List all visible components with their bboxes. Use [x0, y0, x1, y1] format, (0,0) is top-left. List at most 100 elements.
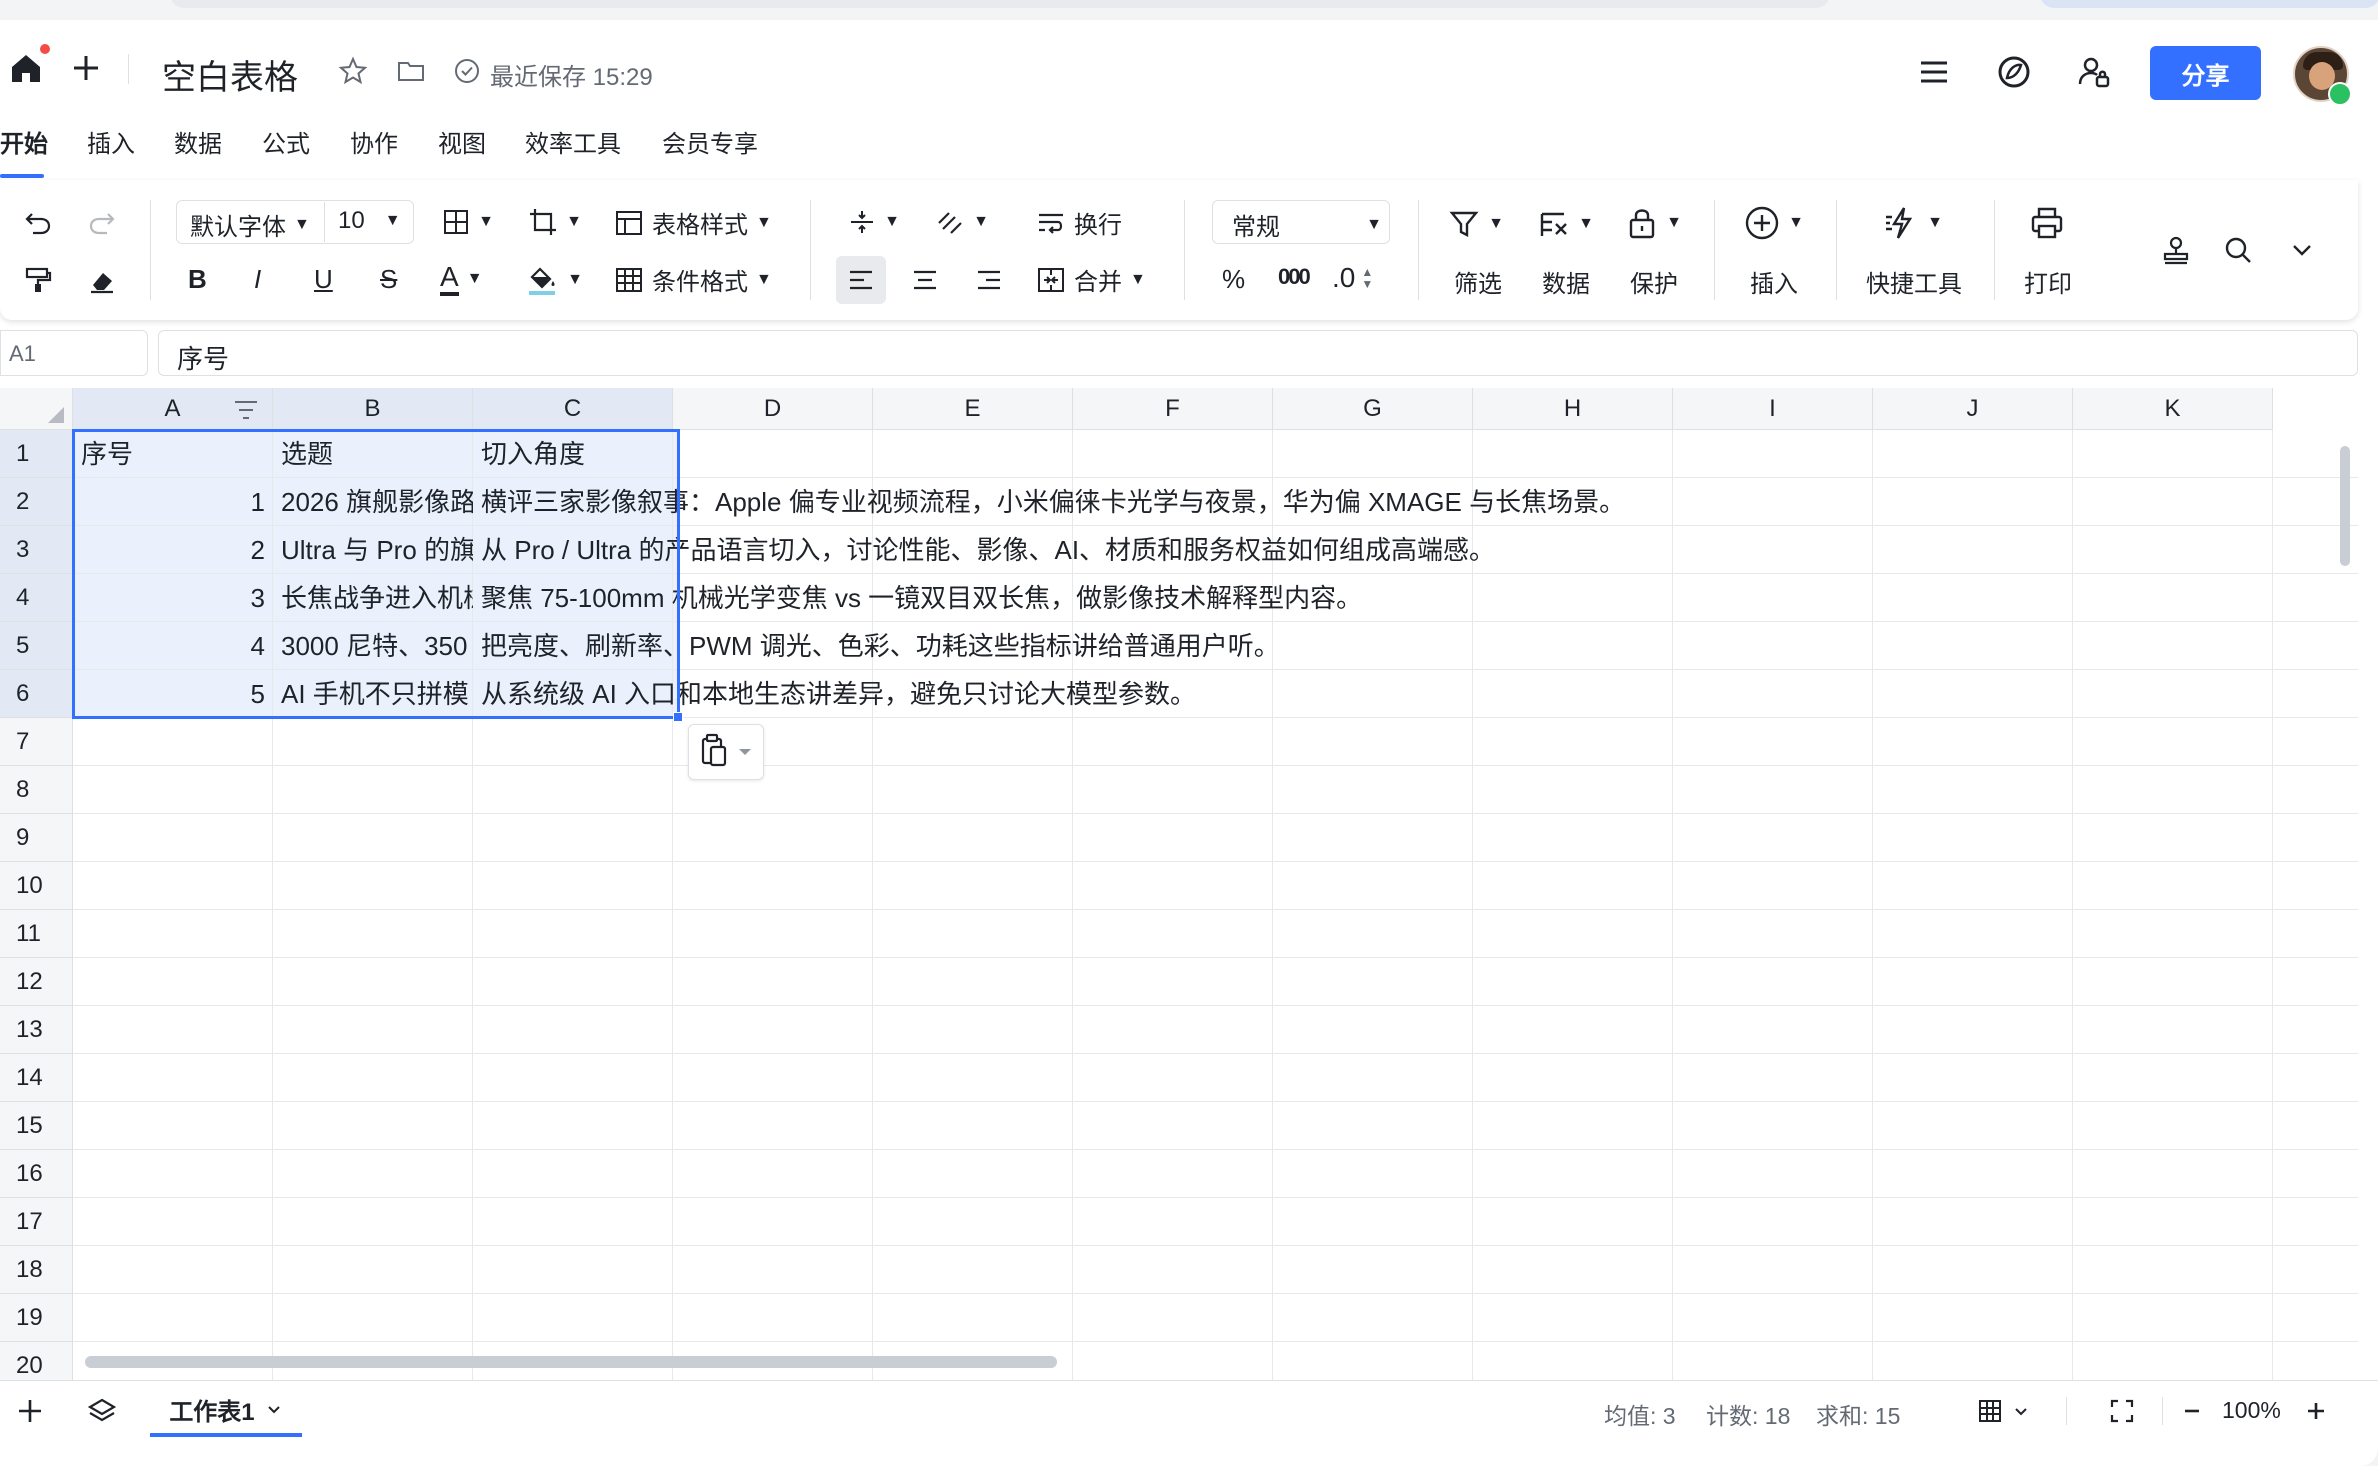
- row-header-2[interactable]: 2: [0, 478, 73, 526]
- italic-button[interactable]: I: [254, 264, 261, 295]
- row-header-6[interactable]: 6: [0, 670, 73, 718]
- bold-button[interactable]: B: [188, 264, 207, 295]
- font-size-select[interactable]: 10 ▼: [338, 207, 401, 235]
- row-header-7[interactable]: 7: [0, 718, 73, 766]
- tab-member[interactable]: 会员专享: [662, 124, 758, 159]
- row-header-10[interactable]: 10: [0, 862, 73, 910]
- cell-c2[interactable]: 横评三家影像叙事：Apple 偏专业视频流程，小米偏徕卡光学与夜景，华为偏 XM…: [473, 478, 2273, 526]
- collapse-toolbar-chevron-icon[interactable]: [2282, 230, 2322, 270]
- paste-options-button[interactable]: [688, 724, 764, 780]
- data-label[interactable]: 数据: [1542, 264, 1590, 299]
- cell-reference-box[interactable]: A1: [0, 330, 148, 376]
- sheet-tab-1[interactable]: 工作表1: [150, 1381, 302, 1437]
- doc-title[interactable]: 空白表格: [162, 50, 298, 99]
- cond-format-button[interactable]: 条件格式 ▼: [614, 262, 772, 297]
- print-icon[interactable]: [2026, 202, 2068, 244]
- cell-c5[interactable]: 把亮度、刷新率、PWM 调光、色彩、功耗这些指标讲给普通用户听。: [473, 622, 2273, 670]
- fill-handle[interactable]: [673, 712, 683, 722]
- align-right-icon[interactable]: [970, 262, 1008, 298]
- filter-icon[interactable]: ▼: [1446, 204, 1506, 244]
- text-rotate-button[interactable]: ▼: [930, 200, 994, 244]
- menu-icon[interactable]: [1914, 52, 1954, 92]
- thousands-separator-button[interactable]: 000: [1278, 264, 1311, 290]
- filter-label[interactable]: 筛选: [1454, 264, 1502, 299]
- quick-tools-label[interactable]: 快捷工具: [1866, 264, 1962, 299]
- lock-icon[interactable]: ▼: [1622, 202, 1686, 244]
- home-icon[interactable]: [6, 44, 50, 88]
- row-header-20[interactable]: 20: [0, 1342, 73, 1380]
- row-header-8[interactable]: 8: [0, 766, 73, 814]
- share-button[interactable]: 分享: [2150, 46, 2261, 100]
- crop-resize-button[interactable]: ▼: [522, 200, 588, 244]
- undo-icon[interactable]: [20, 205, 56, 241]
- vertical-align-button[interactable]: ▼: [842, 200, 906, 244]
- font-family-select[interactable]: 默认字体 ▼: [190, 207, 310, 242]
- strikethrough-button[interactable]: S: [380, 264, 397, 295]
- row-header-14[interactable]: 14: [0, 1054, 73, 1102]
- sheet-grid[interactable]: ABCDEFGHIJK 1 2 3 4 5 6 7 8 9 10 11 12 13 14 15 16 17 18 1…: [0, 388, 2358, 1380]
- tab-start[interactable]: 开始: [0, 124, 48, 159]
- tab-insert[interactable]: 插入: [87, 124, 135, 159]
- row-header-5[interactable]: 5: [0, 622, 73, 670]
- format-painter-icon[interactable]: [20, 262, 56, 298]
- number-format-select[interactable]: 常规 ▼: [1232, 207, 1382, 242]
- row-header-18[interactable]: 18: [0, 1246, 73, 1294]
- zoom-out-icon[interactable]: [2178, 1393, 2206, 1429]
- cell-c6[interactable]: 从系统级 AI 入口和本地生态讲差异，避免只讨论大模型参数。: [473, 670, 2273, 718]
- column-header-h[interactable]: H: [1473, 388, 1673, 430]
- search-icon[interactable]: [2218, 230, 2258, 270]
- row-header-11[interactable]: 11: [0, 910, 73, 958]
- column-header-j[interactable]: J: [1873, 388, 2073, 430]
- cell-c4[interactable]: 聚焦 75-100mm 机械光学变焦 vs 一镜双目双长焦，做影像技术解释型内容…: [473, 574, 2273, 622]
- tab-formula[interactable]: 公式: [262, 124, 310, 159]
- column-filter-icon[interactable]: [232, 398, 260, 422]
- tab-view[interactable]: 视图: [438, 124, 486, 159]
- zoom-in-icon[interactable]: [2302, 1393, 2330, 1429]
- row-header-4[interactable]: 4: [0, 574, 73, 622]
- column-header-e[interactable]: E: [873, 388, 1073, 430]
- new-icon[interactable]: [68, 50, 104, 86]
- underline-button[interactable]: U: [314, 264, 333, 295]
- vertical-scrollbar[interactable]: [2340, 446, 2350, 566]
- star-icon[interactable]: [336, 54, 370, 88]
- tab-data[interactable]: 数据: [174, 124, 222, 159]
- tab-efficiency-tools[interactable]: 效率工具: [525, 124, 621, 159]
- zoom-level[interactable]: 100%: [2222, 1397, 2281, 1424]
- wrap-button[interactable]: 换行: [1036, 205, 1122, 240]
- protect-label[interactable]: 保护: [1630, 264, 1678, 299]
- tab-collab[interactable]: 协作: [350, 124, 398, 159]
- quick-tools-icon[interactable]: ▼: [1880, 202, 1946, 244]
- column-header-i[interactable]: I: [1673, 388, 1873, 430]
- row-header-16[interactable]: 16: [0, 1150, 73, 1198]
- row-header-13[interactable]: 13: [0, 1006, 73, 1054]
- sheet-list-layers-icon[interactable]: [84, 1393, 120, 1429]
- collaborator-permission-icon[interactable]: [2074, 52, 2114, 92]
- column-header-d[interactable]: D: [673, 388, 873, 430]
- redo-icon[interactable]: [84, 205, 120, 241]
- fill-color-button[interactable]: ▼: [524, 260, 584, 300]
- row-header-1[interactable]: 1: [0, 430, 73, 478]
- align-left-icon[interactable]: [842, 262, 880, 298]
- ai-assistant-icon[interactable]: [1994, 52, 2034, 92]
- row-header-3[interactable]: 3: [0, 526, 73, 574]
- align-center-icon[interactable]: [906, 262, 944, 298]
- row-header-17[interactable]: 17: [0, 1198, 73, 1246]
- merge-button[interactable]: 合并 ▼: [1036, 262, 1146, 297]
- insert-plus-icon[interactable]: ▼: [1742, 202, 1806, 244]
- cell-c3[interactable]: 从 Pro / Ultra 的产品语言切入，讨论性能、影像、AI、材质和服务权益…: [473, 526, 2273, 574]
- folder-icon[interactable]: [394, 54, 428, 88]
- view-mode-button[interactable]: [1968, 1393, 2038, 1429]
- insert-label[interactable]: 插入: [1750, 264, 1798, 299]
- row-header-9[interactable]: 9: [0, 814, 73, 862]
- column-header-b[interactable]: B: [273, 388, 473, 430]
- stamp-icon[interactable]: [2156, 230, 2196, 270]
- data-icon[interactable]: ▼: [1534, 204, 1598, 244]
- table-style-button[interactable]: 表格样式 ▼: [614, 205, 772, 240]
- font-color-button[interactable]: A ▼: [440, 262, 483, 296]
- column-header-c[interactable]: C: [473, 388, 673, 430]
- horizontal-scrollbar[interactable]: [85, 1356, 1057, 1368]
- column-header-f[interactable]: F: [1073, 388, 1273, 430]
- column-header-k[interactable]: K: [2073, 388, 2273, 430]
- select-all-corner[interactable]: [0, 388, 73, 430]
- row-header-15[interactable]: 15: [0, 1102, 73, 1150]
